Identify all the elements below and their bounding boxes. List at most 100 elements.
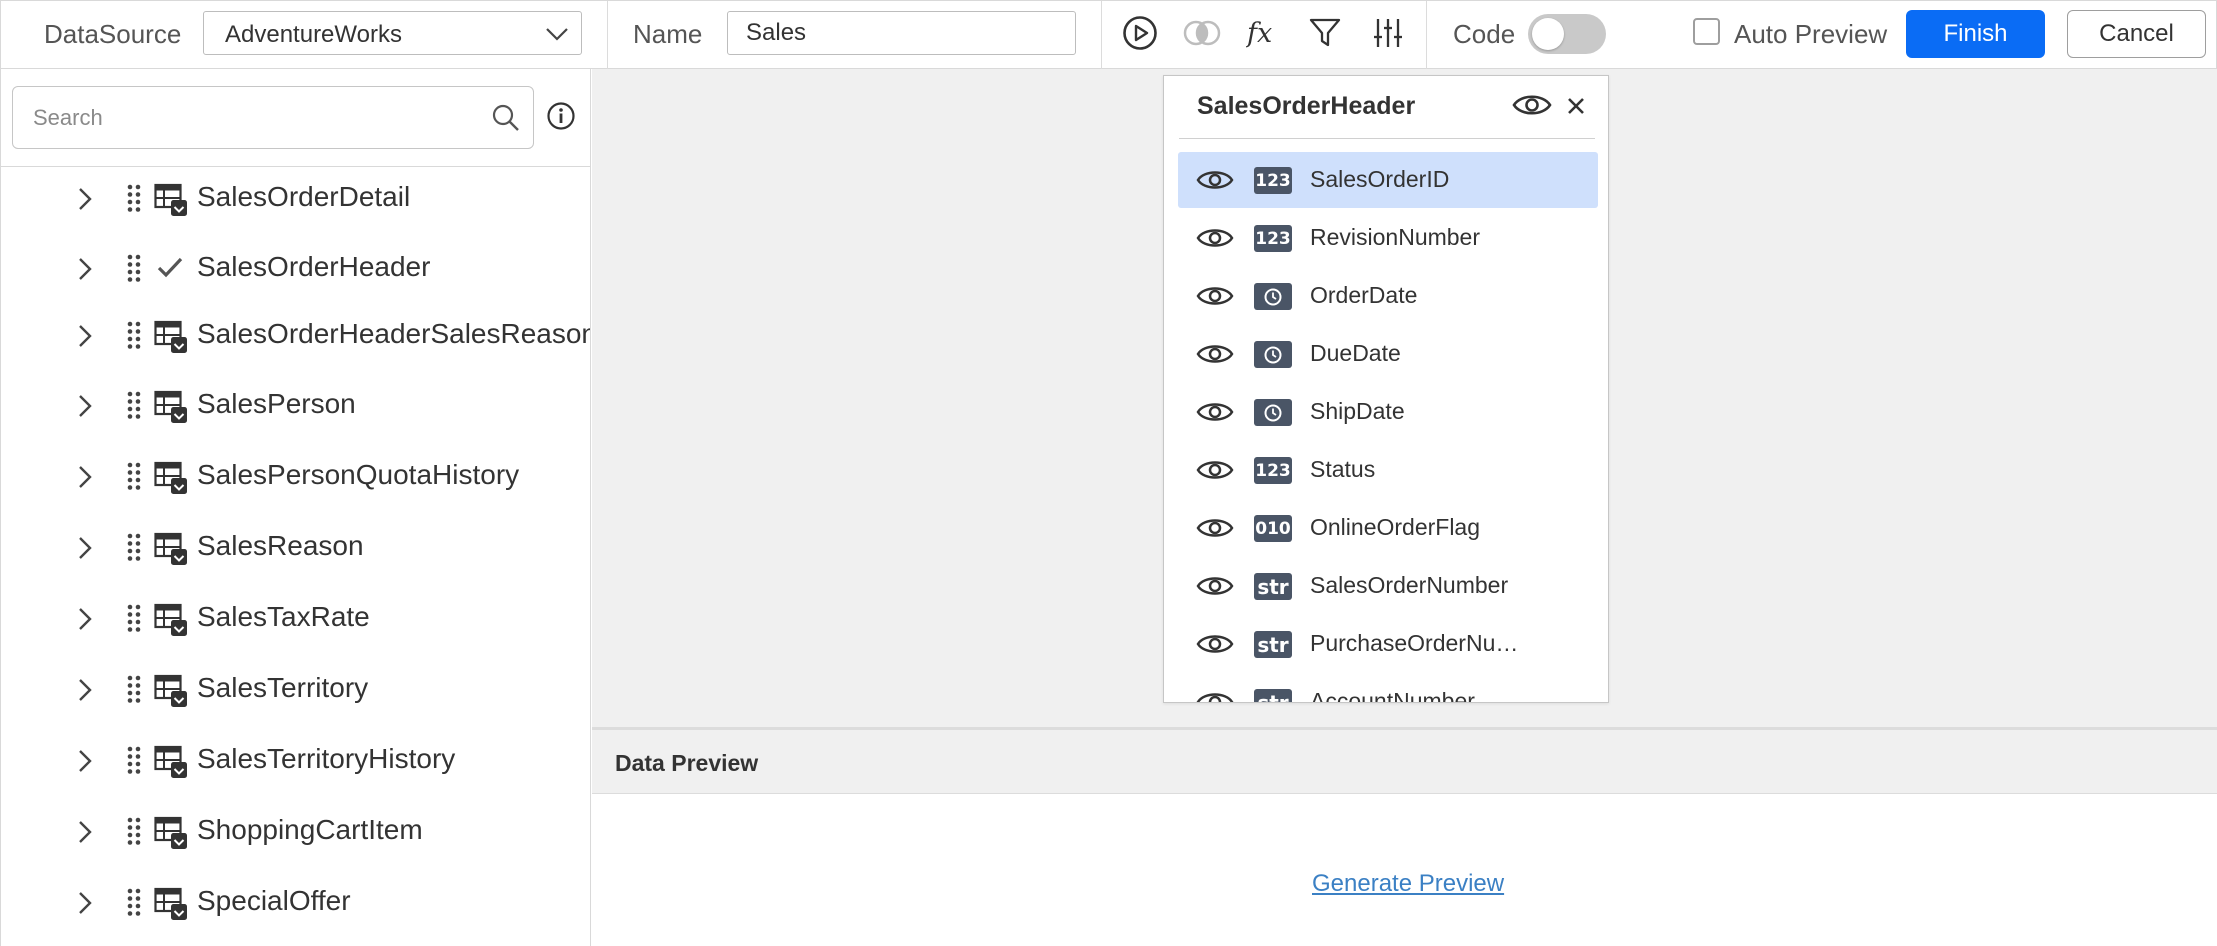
drag-handle-icon[interactable] (126, 674, 142, 704)
data-preview-title: Data Preview (615, 750, 759, 776)
datasource-select[interactable]: AdventureWorks (203, 11, 582, 55)
drag-handle-icon[interactable] (126, 183, 142, 213)
tree-item[interactable]: SalesPerson (1, 376, 590, 432)
toggle-knob (1532, 18, 1564, 50)
expression-button[interactable]: fx (1244, 13, 1284, 53)
drag-handle-icon[interactable] (126, 320, 142, 350)
tree-item-label: SalesPerson (197, 388, 356, 419)
column-item[interactable]: OrderDate (1178, 268, 1598, 324)
tree-item[interactable]: SalesOrderHeaderSalesReason (1, 306, 590, 362)
chevron-right-icon[interactable] (73, 392, 97, 420)
tree-item[interactable]: SalesOrderHeader (1, 239, 590, 295)
settings-button[interactable] (1368, 13, 1408, 53)
top-toolbar: DataSource AdventureWorks Name fx Code A… (0, 0, 2217, 69)
tree-item[interactable]: SpecialOffer (1, 873, 590, 929)
drag-handle-icon[interactable] (126, 816, 142, 846)
table-icon (154, 461, 187, 494)
tree-item[interactable]: SalesPersonQuotaHistory (1, 447, 590, 503)
column-item[interactable]: ShipDate (1178, 384, 1598, 440)
column-item[interactable]: str SalesOrderNumber (1178, 558, 1598, 614)
tree-item-label: SalesPersonQuotaHistory (197, 459, 520, 490)
column-item[interactable]: 010 OnlineOrderFlag (1178, 500, 1598, 556)
close-icon[interactable] (1567, 97, 1585, 115)
name-label: Name (633, 19, 703, 49)
tree-item[interactable]: SalesTerritoryHistory (1, 731, 590, 787)
column-label: PurchaseOrderNu… (1310, 630, 1519, 656)
table-icon (154, 674, 187, 707)
filter-button[interactable] (1305, 13, 1345, 53)
eye-icon[interactable] (1196, 573, 1234, 599)
tree-item-label: SalesOrderDetail (197, 181, 411, 212)
eye-icon[interactable] (1196, 689, 1234, 703)
chevron-right-icon[interactable] (73, 747, 97, 775)
eye-icon[interactable] (1196, 283, 1234, 309)
column-item[interactable]: 123 Status (1178, 442, 1598, 498)
tree-item[interactable]: SalesOrderDetail (1, 169, 590, 225)
run-button[interactable] (1120, 13, 1160, 53)
chevron-right-icon[interactable] (73, 676, 97, 704)
drag-handle-icon[interactable] (126, 461, 142, 491)
search-input[interactable] (33, 101, 473, 135)
chevron-right-icon[interactable] (73, 463, 97, 491)
column-item[interactable]: str PurchaseOrderNu… (1178, 616, 1598, 672)
table-card-title: SalesOrderHeader (1197, 92, 1416, 120)
toolbar-divider (1426, 1, 1427, 69)
tree-item[interactable]: SalesReason (1, 518, 590, 574)
eye-icon[interactable] (1512, 91, 1552, 119)
string-type-icon: str (1254, 631, 1292, 658)
play-icon (1123, 16, 1157, 50)
table-card[interactable]: SalesOrderHeader 123 SalesOrderID 123 Revis… (1163, 75, 1609, 703)
chevron-right-icon[interactable] (73, 534, 97, 562)
search-icon[interactable] (491, 103, 521, 133)
drag-handle-icon[interactable] (126, 745, 142, 775)
eye-icon[interactable] (1196, 225, 1234, 251)
schema-panel: SalesOrderDetail SalesOrderHeader SalesOrd… (0, 69, 591, 946)
drag-handle-icon[interactable] (126, 887, 142, 917)
numeric-type-icon: 123 (1254, 225, 1292, 252)
eye-icon[interactable] (1196, 341, 1234, 367)
info-icon[interactable] (546, 101, 576, 131)
drag-handle-icon[interactable] (126, 253, 142, 283)
tree-item[interactable]: SalesTaxRate (1, 589, 590, 645)
eye-icon[interactable] (1196, 631, 1234, 657)
table-icon (154, 603, 187, 636)
chevron-right-icon[interactable] (73, 322, 97, 350)
column-label: Status (1310, 456, 1376, 482)
column-item[interactable]: 123 SalesOrderID (1178, 152, 1598, 208)
chevron-right-icon[interactable] (73, 255, 97, 283)
cancel-button[interactable]: Cancel (2067, 10, 2206, 58)
column-label: OnlineOrderFlag (1310, 514, 1481, 540)
card-divider (1179, 138, 1595, 139)
tree-item[interactable]: SalesTerritory (1, 660, 590, 716)
toolbar-divider (607, 1, 608, 69)
chevron-right-icon[interactable] (73, 185, 97, 213)
datetime-type-icon (1254, 283, 1292, 310)
column-label: OrderDate (1310, 282, 1418, 308)
eye-icon[interactable] (1196, 515, 1234, 541)
eye-icon[interactable] (1196, 457, 1234, 483)
eye-icon[interactable] (1196, 399, 1234, 425)
sliders-icon (1374, 19, 1402, 47)
tree-item[interactable]: ShoppingCartItem (1, 802, 590, 858)
drag-handle-icon[interactable] (126, 390, 142, 420)
finish-button[interactable]: Finish (1906, 10, 2045, 58)
drag-handle-icon[interactable] (126, 603, 142, 633)
join-button[interactable] (1182, 13, 1222, 53)
tree-item-label: SalesTaxRate (197, 601, 370, 632)
eye-icon[interactable] (1196, 167, 1234, 193)
generate-preview-link[interactable]: Generate Preview (1312, 870, 1504, 898)
table-icon (154, 320, 187, 353)
name-input[interactable] (727, 11, 1076, 55)
numeric-type-icon: 123 (1254, 167, 1292, 194)
code-toggle[interactable] (1528, 14, 1606, 54)
column-item[interactable]: 123 RevisionNumber (1178, 210, 1598, 266)
chevron-right-icon[interactable] (73, 818, 97, 846)
auto-preview-checkbox[interactable] (1693, 18, 1720, 45)
column-item[interactable]: str AccountNumber (1178, 674, 1598, 703)
column-item[interactable]: DueDate (1178, 326, 1598, 382)
tree-item-label: SalesReason (197, 530, 364, 561)
chevron-right-icon[interactable] (73, 605, 97, 633)
drag-handle-icon[interactable] (126, 532, 142, 562)
chevron-right-icon[interactable] (73, 889, 97, 917)
numeric-type-icon: 123 (1254, 457, 1292, 484)
